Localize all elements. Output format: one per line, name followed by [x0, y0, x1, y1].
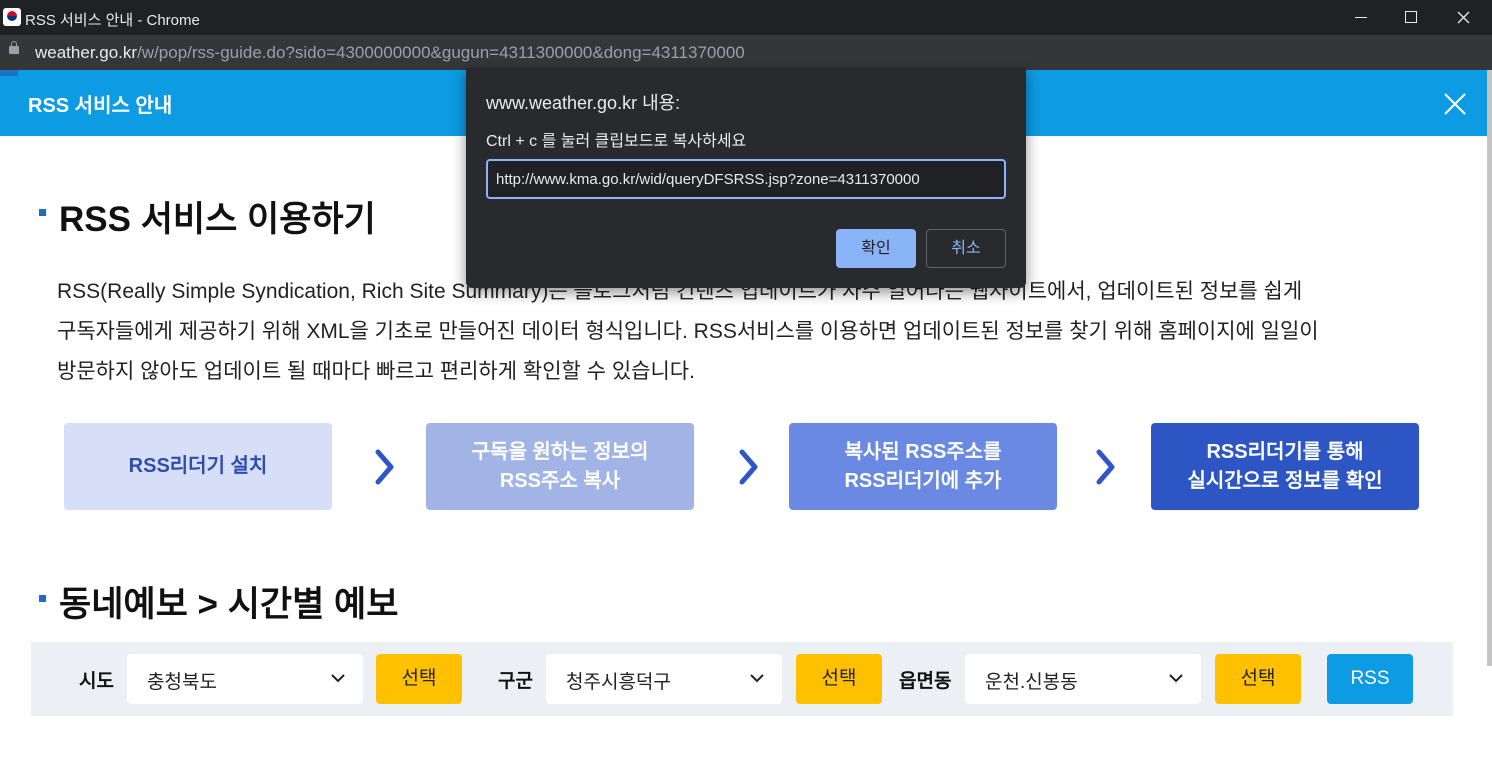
header-accent — [0, 70, 18, 76]
page-title: RSS 서비스 안내 — [28, 95, 173, 117]
sido-select[interactable]: 충청북도 — [127, 654, 363, 704]
step-copy-address: 구독을 원하는 정보의 RSS주소 복사 — [426, 423, 694, 510]
dialog-message: Ctrl + c 를 눌러 클립보드로 복사하세요 — [486, 133, 747, 150]
step-label: RSS리더기 설치 — [128, 455, 268, 477]
chevron-down-icon — [750, 674, 764, 683]
sido-select-button[interactable]: 선택 — [376, 654, 462, 704]
scrollbar[interactable] — [1487, 70, 1492, 666]
sido-label: 시도 — [79, 671, 114, 692]
chevron-right-icon — [739, 449, 758, 485]
step-add-to-reader: 복사된 RSS주소를 RSS리더기에 추가 — [789, 423, 1057, 510]
site-favicon-icon — [3, 8, 21, 26]
gugun-select-button[interactable]: 선택 — [796, 654, 882, 704]
sido-value: 충청북도 — [147, 672, 217, 693]
url-host: weather.go.kr — [35, 43, 138, 62]
close-window-button[interactable] — [1438, 0, 1488, 35]
window-titlebar: RSS 서비스 안내 - Chrome — [0, 0, 1492, 35]
dialog-url-input[interactable] — [486, 159, 1006, 199]
close-icon[interactable] — [1443, 92, 1467, 116]
dialog-title: www.weather.go.kr 내용: — [486, 93, 681, 113]
chevron-down-icon — [331, 674, 345, 683]
section-title-rss: RSS 서비스 이용하기 — [59, 200, 376, 239]
dong-label: 읍면동 — [899, 671, 952, 692]
cancel-button[interactable]: 취소 — [926, 229, 1006, 268]
step-label: 복사된 RSS주소를 RSS리더기에 추가 — [844, 440, 1002, 492]
gugun-select[interactable]: 청주시흥덕구 — [546, 654, 782, 704]
section-title-forecast: 동네예보 > 시간별 예보 — [59, 585, 399, 624]
url-path: /w/pop/rss-guide.do?sido=4300000000&gugu… — [137, 43, 745, 62]
chevron-right-icon — [1096, 449, 1115, 485]
close-icon — [1457, 11, 1470, 24]
chevron-down-icon — [1169, 674, 1183, 683]
chevron-right-icon — [375, 449, 394, 485]
maximize-button[interactable] — [1386, 0, 1436, 35]
section-bullet — [39, 595, 46, 602]
dong-select-button[interactable]: 선택 — [1215, 654, 1301, 704]
window-title: RSS 서비스 안내 - Chrome — [25, 12, 200, 29]
step-check-realtime: RSS리더기를 통해 실시간으로 정보를 확인 — [1151, 423, 1419, 510]
ok-button[interactable]: 확인 — [836, 229, 916, 268]
gugun-value: 청주시흥덕구 — [566, 672, 671, 693]
section-bullet — [39, 209, 46, 216]
dong-select[interactable]: 운천.신봉동 — [965, 654, 1201, 704]
step-label: 구독을 원하는 정보의 RSS주소 복사 — [471, 440, 649, 492]
step-install-reader: RSS리더기 설치 — [64, 423, 332, 510]
gugun-label: 구군 — [498, 671, 533, 692]
url-text[interactable]: weather.go.kr/w/pop/rss-guide.do?sido=43… — [35, 43, 745, 63]
intro-line-2: 구독자들에게 제공하기 위해 XML을 기초로 만들어진 데이터 형식입니다. … — [57, 320, 1319, 343]
rss-button[interactable]: RSS — [1327, 654, 1413, 704]
intro-line-3: 방문하지 않아도 업데이트 될 때마다 빠르고 편리하게 확인할 수 있습니다. — [57, 360, 695, 383]
dong-value: 운천.신봉동 — [985, 672, 1078, 693]
lock-icon — [9, 41, 19, 54]
step-label: RSS리더기를 통해 실시간으로 정보를 확인 — [1187, 440, 1383, 492]
minimize-button[interactable] — [1336, 0, 1386, 35]
